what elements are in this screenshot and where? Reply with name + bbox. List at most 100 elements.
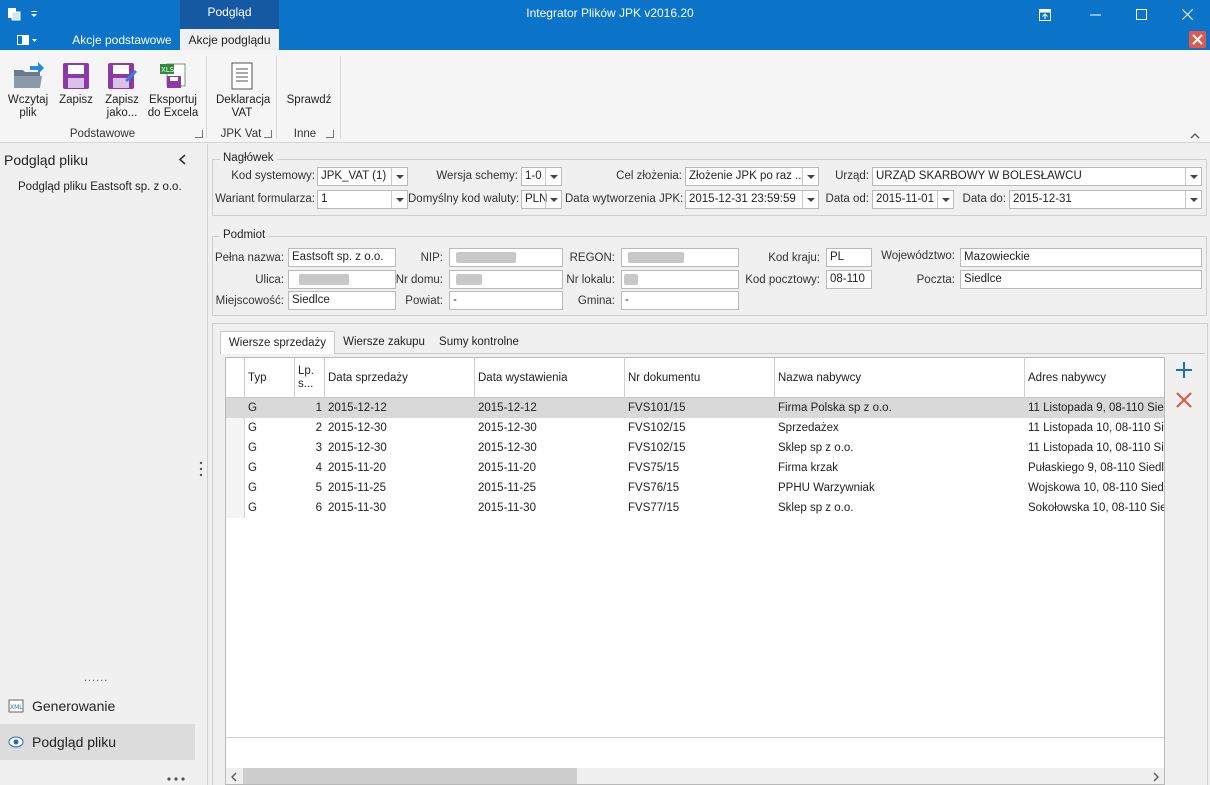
column-header[interactable]: Data sprzedaży [325, 358, 475, 398]
tab-wiersze-zakupu[interactable]: Wiersze zakupu [338, 331, 430, 353]
chevron-down-icon[interactable] [545, 191, 561, 208]
close-window-button[interactable] [1164, 0, 1210, 29]
collapse-ribbon-icon[interactable] [1190, 128, 1200, 142]
poczta-input[interactable]: Siedlce [960, 270, 1202, 289]
wariant-select[interactable]: 1 [317, 190, 408, 209]
horizontal-scrollbar[interactable] [226, 768, 1164, 784]
window-title: Integrator Plików JPK v2016.20 [526, 6, 694, 20]
nav-item-label: Generowanie [32, 698, 116, 714]
column-header[interactable]: Data wystawienia [475, 358, 625, 398]
tab-sumy-kontrolne[interactable]: Sumy kontrolne [434, 331, 524, 353]
cell-lp: 4 [315, 462, 322, 474]
save-as-button[interactable]: Zapisz jako... [100, 56, 144, 120]
cell-typ: G [248, 402, 257, 414]
kod-kraju-label: Kod kraju: [768, 252, 820, 264]
kod-systemowy-select[interactable]: JPK_VAT (1) [317, 167, 408, 186]
table-row[interactable]: G 4 2015-11-20 2015-11-20 FVS75/15 Firma… [226, 458, 1164, 478]
vat-declaration-button[interactable]: Deklaracja VAT [212, 56, 272, 120]
close-document-button[interactable] [1189, 31, 1206, 48]
wersja-schemy-select[interactable]: 1-0 [521, 167, 562, 186]
scroll-left-icon[interactable] [230, 771, 238, 784]
row-indicator-header [226, 358, 245, 398]
load-file-label: Wczytaj plik [7, 94, 49, 119]
nav-subtitle[interactable]: Podgląd pliku Eastsoft sp. z o.o. [18, 181, 182, 193]
table-row[interactable]: G 6 2015-11-30 2015-11-30 FVS77/15 Sklep… [226, 498, 1164, 518]
nav-splitter-dots[interactable]: ...... [84, 672, 108, 684]
svg-text:XML: XML [10, 704, 23, 711]
column-header[interactable]: Typ [245, 358, 295, 398]
group-launcher-icon[interactable] [264, 130, 272, 138]
maximize-button[interactable] [1118, 0, 1164, 29]
tab-akcje-podstawowe[interactable]: Akcje podstawowe [68, 29, 176, 50]
wojewodztwo-input[interactable]: Mazowieckie [960, 248, 1202, 267]
column-header[interactable]: Adres nabywcy [1025, 358, 1164, 398]
powiat-input[interactable]: - [449, 291, 563, 310]
nip-input[interactable] [449, 248, 563, 267]
nr-lokalu-input[interactable] [621, 270, 739, 289]
chevron-down-icon[interactable] [391, 191, 407, 208]
chevron-down-icon[interactable] [802, 191, 818, 208]
cell-data-wystawienia: 2015-11-25 [478, 482, 536, 494]
pelna-nazwa-input[interactable]: Eastsoft sp. z o.o. [288, 248, 396, 267]
chevron-down-icon[interactable] [1185, 191, 1201, 208]
delete-row-button[interactable] [1172, 388, 1196, 412]
chevron-down-icon[interactable] [391, 168, 407, 185]
nav-item-generowanie[interactable]: XML Generowanie [0, 688, 195, 724]
load-file-button[interactable]: Wczytaj plik [4, 56, 52, 120]
group-launcher-icon[interactable] [195, 130, 203, 138]
column-header[interactable]: Lp. s... [295, 358, 325, 398]
table-row[interactable]: G 5 2015-11-25 2015-11-25 FVS76/15 PPHU … [226, 478, 1164, 498]
chevron-down-icon[interactable] [545, 168, 561, 185]
kod-kraju-input[interactable]: PL [826, 248, 872, 267]
wersja-schemy-label: Wersja schemy: [436, 170, 518, 182]
save-button[interactable]: Zapisz [56, 56, 96, 107]
collapse-nav-icon[interactable] [178, 154, 187, 168]
minimize-button[interactable] [1072, 0, 1118, 29]
gmina-input[interactable]: - [621, 291, 739, 310]
regon-input[interactable] [621, 248, 739, 267]
ulica-input[interactable] [288, 270, 396, 289]
wersja-schemy-value: 1-0 [525, 170, 542, 182]
cell-lp: 6 [315, 502, 322, 514]
file-menu-button[interactable] [10, 31, 44, 48]
data-do-picker[interactable]: 2015-12-31 [1009, 190, 1202, 209]
restore-ribbon-button[interactable] [1022, 0, 1068, 29]
cel-zlozenia-label: Cel złożenia: [616, 170, 682, 182]
powiat-label: Powiat: [405, 295, 443, 307]
urzad-select[interactable]: URZĄD SKARBOWY W BOLESŁAWCU [872, 167, 1202, 186]
data-do-label: Data do: [962, 193, 1006, 205]
nav-item-podglad-pliku[interactable]: Podgląd pliku [0, 724, 195, 760]
table-row[interactable]: G 1 2015-12-12 2015-12-12 FVS101/15 Firm… [226, 398, 1164, 418]
scroll-right-icon[interactable] [1152, 771, 1160, 784]
chevron-down-icon[interactable] [937, 191, 953, 208]
excel-export-icon: XLS [156, 56, 190, 90]
nav-item-label: Podgląd pliku [32, 734, 117, 750]
tab-wiersze-sprzedazy[interactable]: Wiersze sprzedaży [220, 331, 335, 354]
nav-resize-handle-icon[interactable] [199, 461, 203, 480]
app-icon[interactable] [6, 5, 22, 23]
delete-icon [1176, 392, 1192, 408]
waluta-select[interactable]: PLN [521, 190, 562, 209]
column-header[interactable]: Nazwa nabywcy [775, 358, 1025, 398]
table-row[interactable]: G 2 2015-12-30 2015-12-30 FVS102/15 Sprz… [226, 418, 1164, 438]
cell-lp: 5 [315, 482, 322, 494]
column-header[interactable]: Nr dokumentu [625, 358, 775, 398]
check-button[interactable]: Sprawdź [282, 94, 336, 107]
data-od-picker[interactable]: 2015-11-01 [872, 190, 954, 209]
cell-nr-dokumentu: FVS101/15 [628, 402, 686, 414]
chevron-down-icon[interactable] [802, 168, 818, 185]
tab-akcje-podgladu[interactable]: Akcje podglądu [180, 29, 279, 50]
chevron-down-icon[interactable] [1185, 168, 1201, 185]
scrollbar-thumb[interactable] [243, 768, 577, 784]
more-options-icon[interactable] [166, 771, 186, 785]
cel-zlozenia-select[interactable]: Złożenie JPK po raz ... [685, 167, 819, 186]
group-launcher-icon[interactable] [326, 130, 334, 138]
export-excel-button[interactable]: XLS Eksportuj do Excela [146, 56, 200, 120]
table-row[interactable]: G 3 2015-12-30 2015-12-30 FVS102/15 Skle… [226, 438, 1164, 458]
data-wytworzenia-picker[interactable]: 2015-12-31 23:59:59 [685, 190, 819, 209]
miejscowosc-input[interactable]: Siedlce [288, 291, 396, 310]
nr-domu-input[interactable] [449, 270, 563, 289]
kod-pocztowy-input[interactable]: 08-110 [826, 270, 872, 289]
quick-access-dropdown-icon[interactable] [28, 5, 40, 23]
add-row-button[interactable] [1172, 358, 1196, 382]
